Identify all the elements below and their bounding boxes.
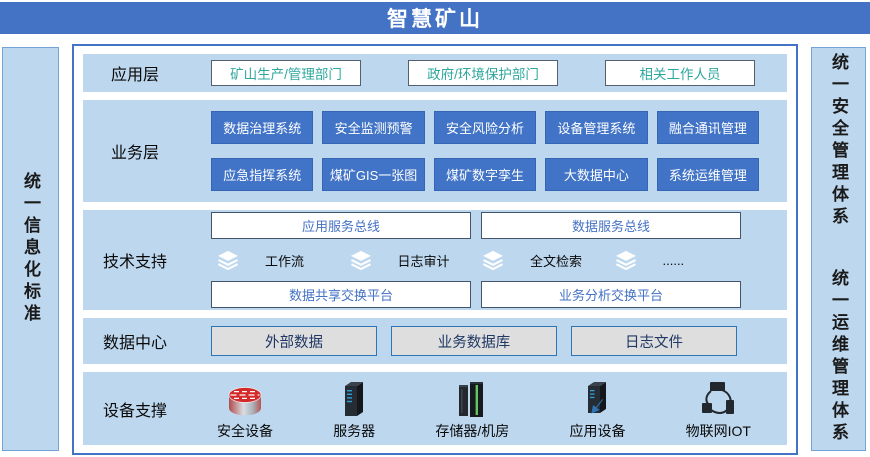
layer-business-label: 业务层 [83,139,187,163]
storage-icon [457,377,487,419]
device-item-iot-label: 物联网IOT [686,421,751,441]
data-box-business-db: 业务数据库 [391,326,557,356]
device-item-storage-label: 存储器/机房 [435,421,509,441]
layer-data-center-label: 数据中心 [83,329,187,353]
layers-icon [615,250,637,270]
layer-tech-support-label: 技术支持 [83,248,187,272]
biz-btn-data-governance: 数据治理系统 [211,111,313,144]
layers-icon [217,250,239,270]
tech-item-workflow: 工作流 [211,250,344,270]
layer-application-label: 应用层 [83,61,187,85]
page-title: 智慧矿山 [0,2,870,34]
data-box-log-files: 日志文件 [571,326,737,356]
business-row-1: 数据治理系统 安全监测预警 安全风险分析 设备管理系统 融合通讯管理 [211,111,759,144]
server-icon [340,377,368,419]
biz-btn-big-data-center: 大数据中心 [545,158,647,191]
right-panel-unified-mgmt-systems: 统一安全管理体系 统一运维管理体系 [811,47,866,451]
data-box-external-data: 外部数据 [211,326,377,356]
tech-item-more: ...... [609,250,742,270]
layer-application: 应用层 矿山生产/管理部门 政府/环境保护部门 相关工作人员 [83,54,787,92]
biz-btn-comm-mgmt: 融合通讯管理 [657,111,759,144]
device-item-storage: 存储器/机房 [435,377,509,441]
tech-item-log-audit-label: 日志审计 [398,251,450,270]
right-panel-labels: 统一安全管理体系 统一运维管理体系 [830,53,847,445]
layer-device-support-label: 设备支撑 [83,397,187,421]
tech-box-data-service-bus: 数据服务总线 [481,212,741,239]
tech-platform-row: 数据共享交换平台 业务分析交换平台 [211,281,741,308]
device-item-server: 服务器 [333,377,375,441]
device-item-iot: 物联网IOT [686,377,751,441]
app-box-mine-production-dept: 矿山生产/管理部门 [211,60,361,86]
app-box-gov-environment-dept: 政府/环境保护部门 [408,60,558,86]
device-item-security: 安全设备 [217,377,273,441]
iot-icon [698,377,738,419]
app-device-icon [580,377,614,419]
tech-item-fulltext-search: 全文检索 [476,250,609,270]
layer-device-support: 设备支撑 [83,372,787,445]
right-panel-label-ops: 统一运维管理体系 [830,269,847,445]
layers-icon [350,250,372,270]
biz-btn-emergency-command: 应急指挥系统 [211,158,313,191]
tech-item-workflow-label: 工作流 [265,251,304,270]
business-row-2: 应急指挥系统 煤矿GIS一张图 煤矿数字孪生 大数据中心 系统运维管理 [211,158,759,191]
biz-btn-digital-twin: 煤矿数字孪生 [434,158,536,191]
biz-btn-system-ops: 系统运维管理 [657,158,759,191]
layers-icon [482,250,504,270]
tech-box-data-share-platform: 数据共享交换平台 [211,281,471,308]
tech-box-app-service-bus: 应用服务总线 [211,212,471,239]
layer-tech-support: 技术支持 应用服务总线 数据服务总线 工作流 [83,210,787,310]
biz-btn-gis-map: 煤矿GIS一张图 [322,158,424,191]
device-item-server-label: 服务器 [333,421,375,441]
device-item-security-label: 安全设备 [217,421,273,441]
tech-item-log-audit: 日志审计 [344,250,477,270]
page-title-text: 智慧矿山 [387,3,483,33]
device-item-app-device-label: 应用设备 [569,421,625,441]
tech-middleware-row: 工作流 日志审计 全文检索 [211,247,741,273]
left-panel-unified-info-standard: 统一信息化标准 [2,47,59,451]
biz-btn-safety-monitoring: 安全监测预警 [322,111,424,144]
device-item-app-device: 应用设备 [569,377,625,441]
layer-application-content: 矿山生产/管理部门 政府/环境保护部门 相关工作人员 [187,60,787,86]
firewall-icon [225,377,265,419]
tech-box-biz-analysis-platform: 业务分析交换平台 [481,281,741,308]
right-panel-label-security: 统一安全管理体系 [829,53,848,229]
app-box-related-staff: 相关工作人员 [605,60,755,86]
tech-bus-row: 应用服务总线 数据服务总线 [211,212,741,239]
layer-device-support-content: 安全设备 服务器 [187,377,787,441]
biz-btn-equipment-mgmt: 设备管理系统 [545,111,647,144]
layer-tech-support-content: 应用服务总线 数据服务总线 工作流 [187,212,787,308]
tech-item-more-label: ...... [663,253,685,268]
layer-data-center: 数据中心 外部数据 业务数据库 日志文件 [83,318,787,364]
layer-business-content: 数据治理系统 安全监测预警 安全风险分析 设备管理系统 融合通讯管理 应急指挥系… [187,111,787,191]
left-panel-label: 统一信息化标准 [22,172,39,326]
biz-btn-risk-analysis: 安全风险分析 [434,111,536,144]
layer-data-center-content: 外部数据 业务数据库 日志文件 [187,326,787,356]
layer-business: 业务层 数据治理系统 安全监测预警 安全风险分析 设备管理系统 融合通讯管理 应… [83,100,787,202]
tech-item-fulltext-search-label: 全文检索 [530,251,582,270]
architecture-diagram: 应用层 矿山生产/管理部门 政府/环境保护部门 相关工作人员 业务层 数据治理系… [72,44,798,455]
